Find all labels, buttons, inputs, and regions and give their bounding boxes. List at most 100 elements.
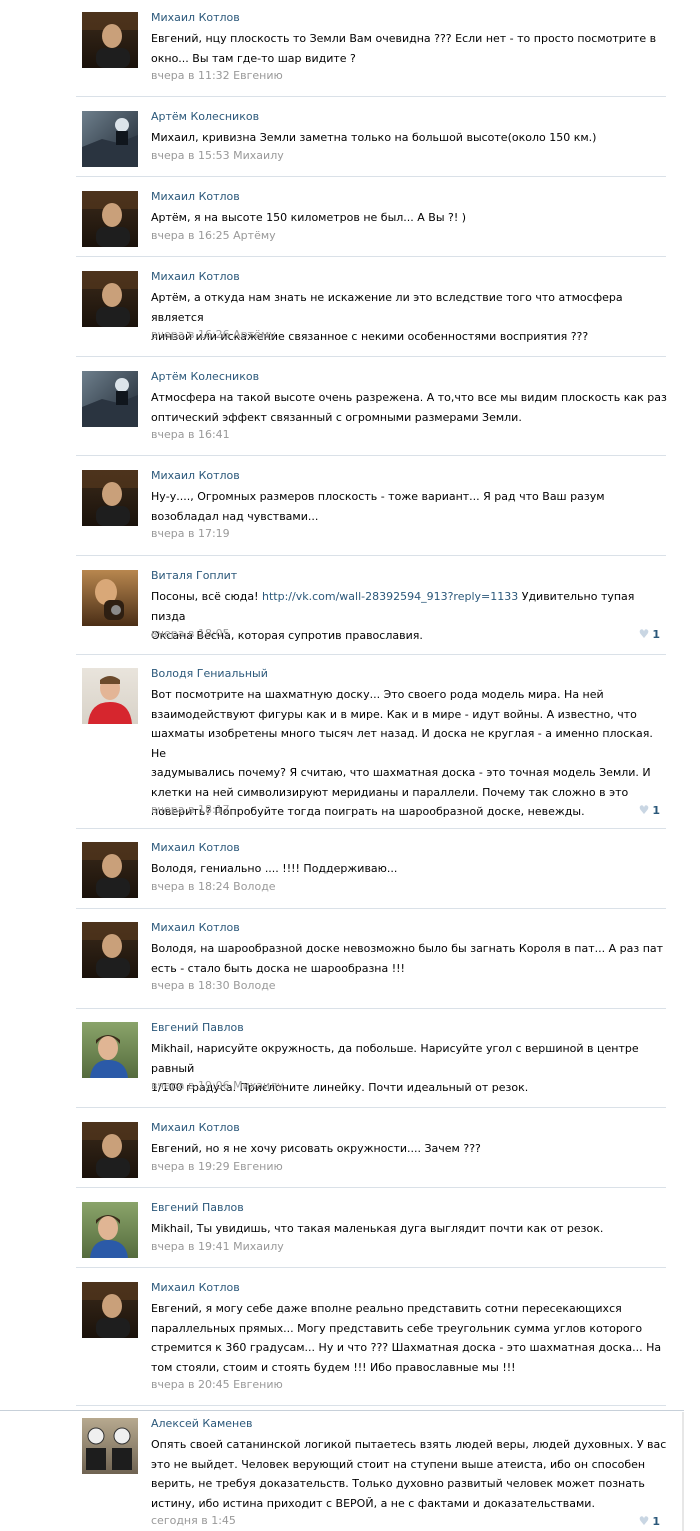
comment-timestamp-link[interactable]: вчера в 16:26 <box>151 328 230 341</box>
comment-text-line: окно... Вы там где-то шар видите ? <box>151 51 356 65</box>
like-button[interactable]: ♥ 1 <box>639 627 660 642</box>
avatar[interactable] <box>82 1282 138 1338</box>
comment-timestamp-link[interactable]: вчера в 18:17 <box>151 803 230 816</box>
comment-timestamp-link[interactable]: вчера в 19:41 <box>151 1240 230 1253</box>
comment-timestamp-link[interactable]: вчера в 18:24 <box>151 880 230 893</box>
avatar[interactable] <box>82 371 138 427</box>
avatar[interactable] <box>82 922 138 978</box>
like-button[interactable]: ♥ 1 <box>639 1514 660 1529</box>
comment-text: Евгений, но я не хочу рисовать окружност… <box>151 1139 671 1159</box>
like-button[interactable]: ♥ 1 <box>639 803 660 818</box>
comment-reply-to-link[interactable]: Михаилу <box>233 1240 284 1253</box>
comment-reply-to-link[interactable]: Евгению <box>233 69 283 82</box>
comment-author-link[interactable]: Михаил Котлов <box>151 841 240 855</box>
comment: Алексей Каменев Опять своей сатанинской л… <box>76 1406 666 1530</box>
heart-icon: ♥ <box>638 803 650 817</box>
comment-meta: вчера в 18:30 Володе <box>151 979 276 993</box>
comment-reply-to-link[interactable]: Володе <box>233 880 275 893</box>
comment-reply-to-link[interactable]: Володе <box>233 979 275 992</box>
avatar[interactable] <box>82 1418 138 1474</box>
comment-timestamp-link[interactable]: вчера в 16:41 <box>151 428 230 441</box>
avatar[interactable] <box>82 191 138 247</box>
comment-author-link[interactable]: Виталя Гоплит <box>151 569 237 583</box>
avatar[interactable] <box>82 111 138 167</box>
comment-timestamp-link[interactable]: сегодня в 1:45 <box>151 1514 236 1527</box>
comment-text-line: шахматы изобретены много тысяч лет назад… <box>151 727 653 760</box>
comment-text-line: параллельных прямых... Могу представить … <box>151 1321 643 1335</box>
comment: Виталя Гоплит Посоны, всё сюда! http://vk… <box>76 556 666 655</box>
comment: Михаил Котлов Артём, я на высоте 150 кило… <box>76 177 666 257</box>
comment-timestamp-link[interactable]: вчера в 19:06 <box>151 1079 230 1092</box>
comment-timestamp-link[interactable]: вчера в 20:45 <box>151 1378 230 1391</box>
avatar[interactable] <box>82 668 138 724</box>
comment-reply-to-link[interactable]: Михаилу <box>233 1079 284 1092</box>
comment: Артём Колесников Атмосфера на такой высот… <box>76 357 667 456</box>
comment-meta: вчера в 17:19 <box>151 527 230 541</box>
comment-meta: вчера в 16:26 Артёму <box>151 328 276 342</box>
comment-author-link[interactable]: Михаил Котлов <box>151 190 240 204</box>
comment-author-link[interactable]: Михаил Котлов <box>151 270 240 284</box>
comment-text-line: Володя, гениально .... !!!! Поддерживаю.… <box>151 862 398 875</box>
like-count: 1 <box>652 1515 660 1528</box>
comment-text-line: Атмосфера на такой высоте очень разрежен… <box>151 391 667 404</box>
heart-icon: ♥ <box>638 1514 650 1528</box>
comment-text: Володя, на шарообразной доске невозможно… <box>151 939 671 978</box>
avatar[interactable] <box>82 470 138 526</box>
avatar[interactable] <box>82 12 138 68</box>
comment-text: Володя, гениально .... !!!! Поддерживаю.… <box>151 859 671 879</box>
comment-text-line: оптический эффект связанный с огромными … <box>151 410 522 424</box>
avatar[interactable] <box>82 842 138 898</box>
comment-meta: вчера в 11:32 Евгению <box>151 69 283 83</box>
comment-meta: вчера в 16:41 <box>151 428 230 442</box>
comment-text: Михаил, кривизна Земли заметна только на… <box>151 128 671 148</box>
comment-timestamp-link[interactable]: вчера в 18:05 <box>151 627 230 640</box>
comment-timestamp-link[interactable]: вчера в 15:53 <box>151 149 230 162</box>
comment-author-link[interactable]: Михаил Котлов <box>151 469 240 483</box>
comment-text-line: том стояли, стоим и стоять будем !!! Ибо… <box>151 1360 516 1374</box>
comment-author-link[interactable]: Евгений Павлов <box>151 1021 244 1035</box>
comment-author-link[interactable]: Михаил Котлов <box>151 1281 240 1295</box>
comment-timestamp-link[interactable]: вчера в 19:29 <box>151 1160 230 1173</box>
comment-text-line: стремится к 360 градусам... Ну и что ???… <box>151 1341 662 1354</box>
comment-reply-to-link[interactable]: Артёму <box>233 328 276 341</box>
comment-reply-to-link[interactable]: Артёму <box>233 229 276 242</box>
comment-meta: вчера в 18:17 <box>151 803 230 817</box>
avatar[interactable] <box>82 1022 138 1078</box>
comment-text-line: Посоны, всё сюда! <box>151 590 263 603</box>
comment-reply-to-link[interactable]: Евгению <box>233 1160 283 1173</box>
comment-timestamp-link[interactable]: вчера в 17:19 <box>151 527 230 540</box>
comment: Володя Гениальный Вот посмотрите на шахма… <box>76 655 666 829</box>
comment-meta: вчера в 16:25 Артёму <box>151 229 276 243</box>
comment: Михаил Котлов Евгений, я могу себе даже в… <box>76 1268 666 1406</box>
comment-reply-to-link[interactable]: Михаилу <box>233 149 284 162</box>
comment-author-link[interactable]: Артём Колесников <box>151 370 259 384</box>
comment-author-link[interactable]: Михаил Котлов <box>151 1121 240 1135</box>
avatar[interactable] <box>82 1122 138 1178</box>
comment-author-link[interactable]: Володя Гениальный <box>151 667 268 681</box>
comment-meta: вчера в 20:45 Евгению <box>151 1378 283 1392</box>
comment-link[interactable]: http://vk.com/wall-28392594_913?reply=11… <box>262 590 518 603</box>
comment: Артём Колесников Михаил, кривизна Земли з… <box>76 97 666 177</box>
avatar[interactable] <box>82 271 138 327</box>
comment-meta: вчера в 19:06 Михаилу <box>151 1079 284 1093</box>
comment-timestamp-link[interactable]: вчера в 16:25 <box>151 229 230 242</box>
avatar[interactable] <box>82 570 138 626</box>
comment-author-link[interactable]: Михаил Котлов <box>151 921 240 935</box>
comment-text-line: это не выйдет. Человек верующий стоит на… <box>151 1457 646 1471</box>
comment-text-line: Евгений, нцу плоскость то Земли Вам очев… <box>151 32 657 45</box>
comment-text-line: Артём, я на высоте 150 километров не был… <box>151 211 467 224</box>
like-count: 1 <box>652 804 660 817</box>
comment-timestamp-link[interactable]: вчера в 11:32 <box>151 69 230 82</box>
comment-author-link[interactable]: Михаил Котлов <box>151 11 240 25</box>
comment-author-link[interactable]: Артём Колесников <box>151 110 259 124</box>
comment-author-link[interactable]: Алексей Каменев <box>151 1417 253 1431</box>
comment-reply-to-link[interactable]: Евгению <box>233 1378 283 1391</box>
comment-timestamp-link[interactable]: вчера в 18:30 <box>151 979 230 992</box>
avatar[interactable] <box>82 1202 138 1258</box>
comment-author-link[interactable]: Евгений Павлов <box>151 1201 244 1215</box>
comment-text-line: Mikhail, Ты увидишь, что такая маленькая… <box>151 1222 604 1235</box>
comment: Михаил Котлов Володя, на шарообразной дос… <box>76 909 666 1009</box>
comment-meta: вчера в 18:24 Володе <box>151 880 276 894</box>
comment-text: Евгений, я могу себе даже вполне реально… <box>151 1299 671 1377</box>
comment-text: Опять своей сатанинской логикой пытаетес… <box>151 1435 671 1513</box>
